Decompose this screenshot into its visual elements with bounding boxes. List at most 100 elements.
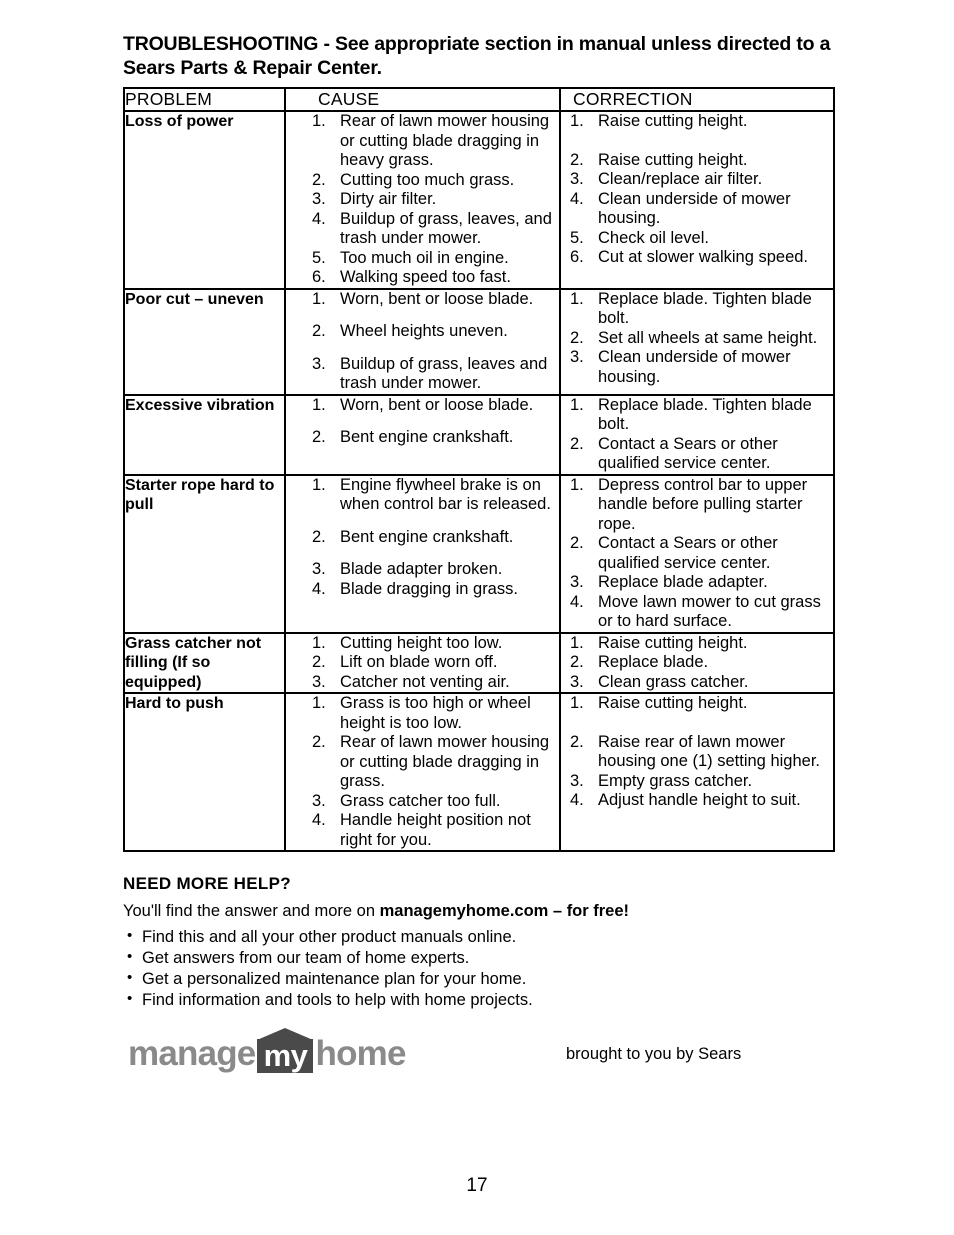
column-header-cause: CAUSE (284, 87, 561, 112)
footer-logo-row: manage my home brought to you by Sears (123, 1027, 835, 1079)
list-number: 2. (312, 653, 326, 671)
managemyhome-link[interactable]: managemyhome.com – for free! (380, 902, 629, 920)
list-text: Bent engine crankshaft. (340, 527, 514, 546)
cause-cell: 1. Rear of lawn mower housing or cutting … (284, 110, 561, 290)
list-text: Buildup of grass, leaves and trash under… (340, 354, 548, 393)
list-text: Get a personalized maintenance plan for … (142, 970, 527, 988)
list-item: • Find information and tools to help with… (123, 990, 823, 1010)
page-content: TROUBLESHOOTING - See appropriate sectio… (123, 32, 835, 1079)
list-number: 1. (570, 289, 584, 308)
table-row: Loss of power 1. Rear of lawn mower housi… (123, 110, 835, 290)
list-item: 2. Bent engine crankshaft. (312, 428, 559, 448)
list-text: Check oil level. (598, 228, 709, 247)
correction-cell: 1. Raise cutting height. 2. Replace blade.… (559, 631, 835, 694)
troubleshooting-table: PROBLEM CAUSE CORRECTION Loss of power 1… (123, 87, 835, 852)
list-item: 1. Raise cutting height. (570, 634, 833, 654)
correction-cell: 1. Raise cutting height. 2. Raise cutting … (559, 110, 835, 290)
list-text: Raise cutting height. (598, 633, 748, 652)
list-number: 2. (312, 428, 326, 446)
list-item: 1. Engine flywheel brake is on when contr… (312, 476, 559, 515)
list-text: Bent engine crankshaft. (340, 428, 514, 446)
list-item: 4. Buildup of grass, leaves, and trash un… (312, 210, 559, 249)
list-number: 3. (570, 170, 584, 188)
cause-cell: 1. Engine flywheel brake is on when contr… (284, 473, 561, 634)
list-item: 2. Wheel heights uneven. (312, 322, 559, 342)
list-item: 1. Worn, bent or loose blade. (312, 290, 559, 310)
table-row: Hard to push 1. Grass is too high or whee… (123, 692, 835, 852)
list-number: 4. (570, 189, 584, 208)
problem-cell: Loss of power (123, 110, 286, 290)
correction-list: 1. Replace blade. Tighten blade bolt. 2. C… (570, 396, 833, 474)
list-text: Raise cutting height. (598, 150, 748, 169)
list-number: 2. (570, 653, 584, 671)
list-number: 4. (570, 791, 584, 809)
list-item: 1. Rear of lawn mower housing or cutting … (312, 112, 559, 171)
cause-list: 1. Worn, bent or loose blade. 2. Wheel hei… (312, 290, 559, 394)
list-item: 1. Replace blade. Tighten blade bolt. (570, 290, 833, 329)
list-number: 4. (570, 592, 584, 611)
list-item: 1. Cutting height too low. (312, 634, 559, 654)
list-number: 6. (312, 268, 326, 286)
list-number: 2. (312, 527, 326, 546)
list-text: Contact a Sears or other qualified servi… (598, 534, 778, 572)
correction-cell: 1. Raise cutting height. 2. Raise rear of … (559, 692, 835, 852)
need-more-help-title: NEED MORE HELP? (123, 874, 291, 893)
bullet-icon: • (127, 927, 133, 944)
column-header-problem: PROBLEM (123, 87, 286, 112)
list-text: Clean/replace air filter. (598, 170, 763, 188)
list-number: 1. (570, 395, 584, 414)
list-text: Grass catcher too full. (340, 791, 501, 810)
list-text: Raise cutting height. (598, 694, 748, 712)
list-text: Handle height position not right for you… (340, 811, 531, 849)
list-number: 1. (312, 395, 326, 414)
list-text: Too much oil in engine. (340, 248, 509, 267)
list-number: 1. (312, 475, 326, 494)
correction-cell: 1. Replace blade. Tighten blade bolt. 2. S… (559, 287, 835, 396)
list-item: 3. Catcher not venting air. (312, 673, 559, 693)
list-number: 5. (570, 228, 584, 247)
list-text: Raise cutting height. (598, 112, 748, 130)
list-item: 5. Check oil level. (570, 229, 833, 249)
list-item: 4. Clean underside of mower housing. (570, 190, 833, 229)
list-text: Move lawn mower to cut grass or to hard … (598, 592, 821, 631)
list-number: 3. (570, 672, 584, 691)
list-item: 4. Adjust handle height to suit. (570, 791, 833, 811)
list-item: 1. Depress control bar to upper handle be… (570, 476, 833, 535)
cause-cell: 1. Cutting height too low. 2. Lift on blad… (284, 631, 561, 694)
list-text: Catcher not venting air. (340, 672, 510, 691)
list-text: Raise rear of lawn mower housing one (1)… (598, 732, 820, 771)
brought-to-you-by-sears: brought to you by Sears (566, 1045, 742, 1063)
list-text: Cut at slower walking speed. (598, 248, 809, 266)
list-number: 2. (570, 434, 584, 453)
list-item: 2. Set all wheels at same height. (570, 329, 833, 349)
list-text: Clean grass catcher. (598, 672, 749, 691)
cause-list: 1. Grass is too high or wheel height is t… (312, 694, 559, 850)
list-item: 3. Replace blade adapter. (570, 573, 833, 593)
list-text: Rear of lawn mower housing or cutting bl… (340, 112, 550, 169)
list-number: 1. (570, 475, 584, 494)
list-number: 1. (312, 694, 326, 712)
list-number: 3. (312, 791, 326, 810)
list-item: 1. Worn, bent or loose blade. (312, 396, 559, 416)
list-text: Blade dragging in grass. (340, 579, 518, 598)
list-number: 1. (312, 633, 326, 652)
list-number: 5. (312, 248, 326, 267)
managemyhome-logo: manage my home (128, 1027, 406, 1073)
table-row: Excessive vibration 1. Worn, bent or loos… (123, 393, 835, 476)
list-text: Adjust handle height to suit. (598, 791, 801, 809)
need-more-help-lead: You'll find the answer and more on manag… (123, 901, 823, 921)
list-item: 3. Grass catcher too full. (312, 792, 559, 812)
list-item: 1. Grass is too high or wheel height is t… (312, 694, 559, 733)
document-page: TROUBLESHOOTING - See appropriate sectio… (0, 0, 954, 1235)
list-text: Find this and all your other product man… (142, 928, 517, 946)
logo-word-my: my (263, 1038, 308, 1073)
list-number: 3. (312, 560, 326, 578)
correction-cell: 1. Depress control bar to upper handle be… (559, 473, 835, 634)
problem-cell: Hard to push (123, 692, 286, 852)
list-number: 4. (312, 209, 326, 228)
logo-word-home: home (315, 1034, 406, 1073)
correction-cell: 1. Replace blade. Tighten blade bolt. 2. C… (559, 393, 835, 476)
list-number: 4. (312, 579, 326, 598)
list-number: 6. (570, 248, 584, 266)
list-item: 2. Bent engine crankshaft. (312, 528, 559, 548)
